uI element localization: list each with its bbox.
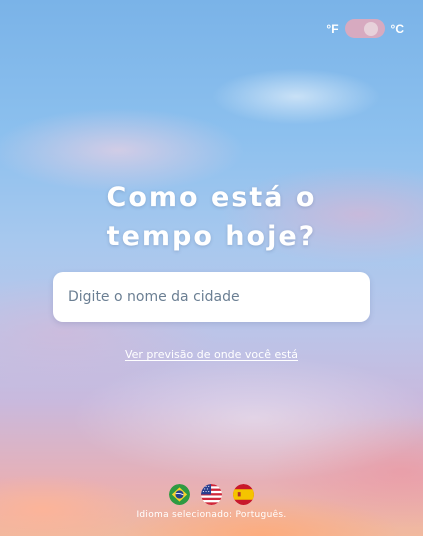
language-selector xyxy=(0,484,423,505)
temperature-unit-toggle: °F °C xyxy=(326,19,404,38)
city-search-box xyxy=(53,272,370,322)
selected-language-status: Idioma selecionado: Português. xyxy=(136,510,287,520)
current-location-link[interactable]: Ver previsão de onde você está xyxy=(125,348,298,361)
unit-switch-knob xyxy=(363,22,378,36)
usa-flag-icon[interactable] xyxy=(201,484,222,505)
spain-flag-icon[interactable] xyxy=(233,484,254,505)
brazil-flag-icon[interactable] xyxy=(169,484,190,505)
celsius-label: °C xyxy=(390,21,404,36)
fahrenheit-label: °F xyxy=(326,21,339,36)
page-title-line-1: Como está o xyxy=(106,182,317,213)
location-link-container: Ver previsão de onde você está xyxy=(0,343,423,362)
city-search-input[interactable] xyxy=(53,289,370,305)
page-title: Como está o tempo hoje? xyxy=(0,178,423,256)
unit-switch[interactable] xyxy=(344,19,385,38)
page-title-line-2: tempo hoje? xyxy=(106,221,317,252)
